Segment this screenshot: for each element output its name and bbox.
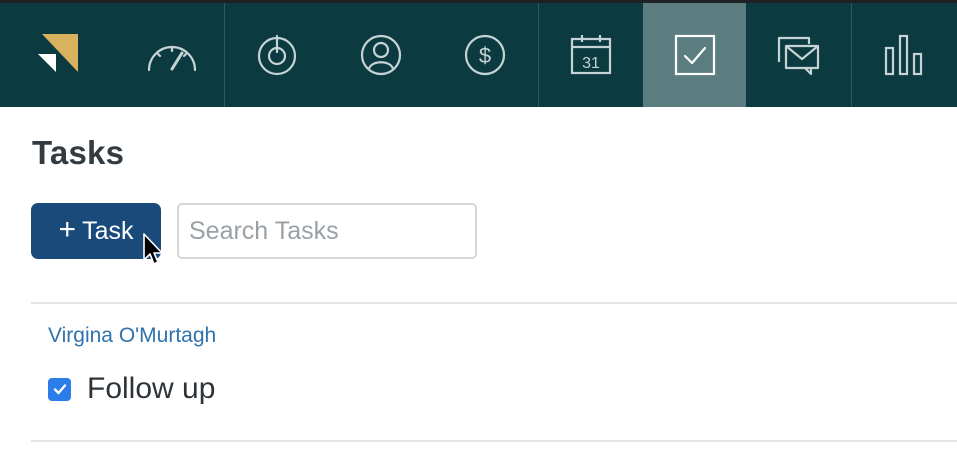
nav-messages[interactable] <box>746 3 849 107</box>
person-icon <box>360 34 401 76</box>
app-logo[interactable] <box>0 3 118 107</box>
mouse-pointer-icon <box>143 233 163 265</box>
top-nav-bar: $ 31 <box>0 0 957 107</box>
svg-text:$: $ <box>478 43 490 68</box>
target-icon <box>257 34 296 76</box>
nav-calendar[interactable]: 31 <box>539 3 642 107</box>
calendar-day-text: 31 <box>582 55 600 72</box>
add-task-label: Task <box>82 216 134 245</box>
page-title: Tasks <box>32 134 125 171</box>
nav-deals[interactable]: $ <box>433 3 536 107</box>
nav-dashboard[interactable] <box>120 3 223 107</box>
plus-icon: + <box>58 212 77 246</box>
logo-icon <box>38 34 78 72</box>
checkbox-icon <box>674 34 715 76</box>
task-label: Follow up <box>87 372 216 405</box>
messages-icon <box>777 36 819 76</box>
task-contact-link[interactable]: Virgina O'Murtagh <box>48 324 216 348</box>
nav-leads[interactable] <box>225 3 328 107</box>
divider <box>31 440 957 442</box>
bar-chart-icon <box>884 34 922 76</box>
nav-contacts[interactable] <box>329 3 432 107</box>
checkmark-icon <box>53 384 66 395</box>
task-checkbox[interactable] <box>48 377 71 401</box>
task-item: Follow up <box>48 372 215 406</box>
dollar-icon: $ <box>464 34 505 76</box>
nav-reports[interactable] <box>852 3 955 107</box>
calendar-icon: 31 <box>570 35 611 75</box>
search-tasks-input[interactable] <box>177 203 477 259</box>
add-task-button[interactable]: + Task <box>31 203 161 259</box>
divider <box>31 302 957 304</box>
nav-tasks[interactable] <box>643 3 746 107</box>
speedometer-icon <box>147 45 196 72</box>
